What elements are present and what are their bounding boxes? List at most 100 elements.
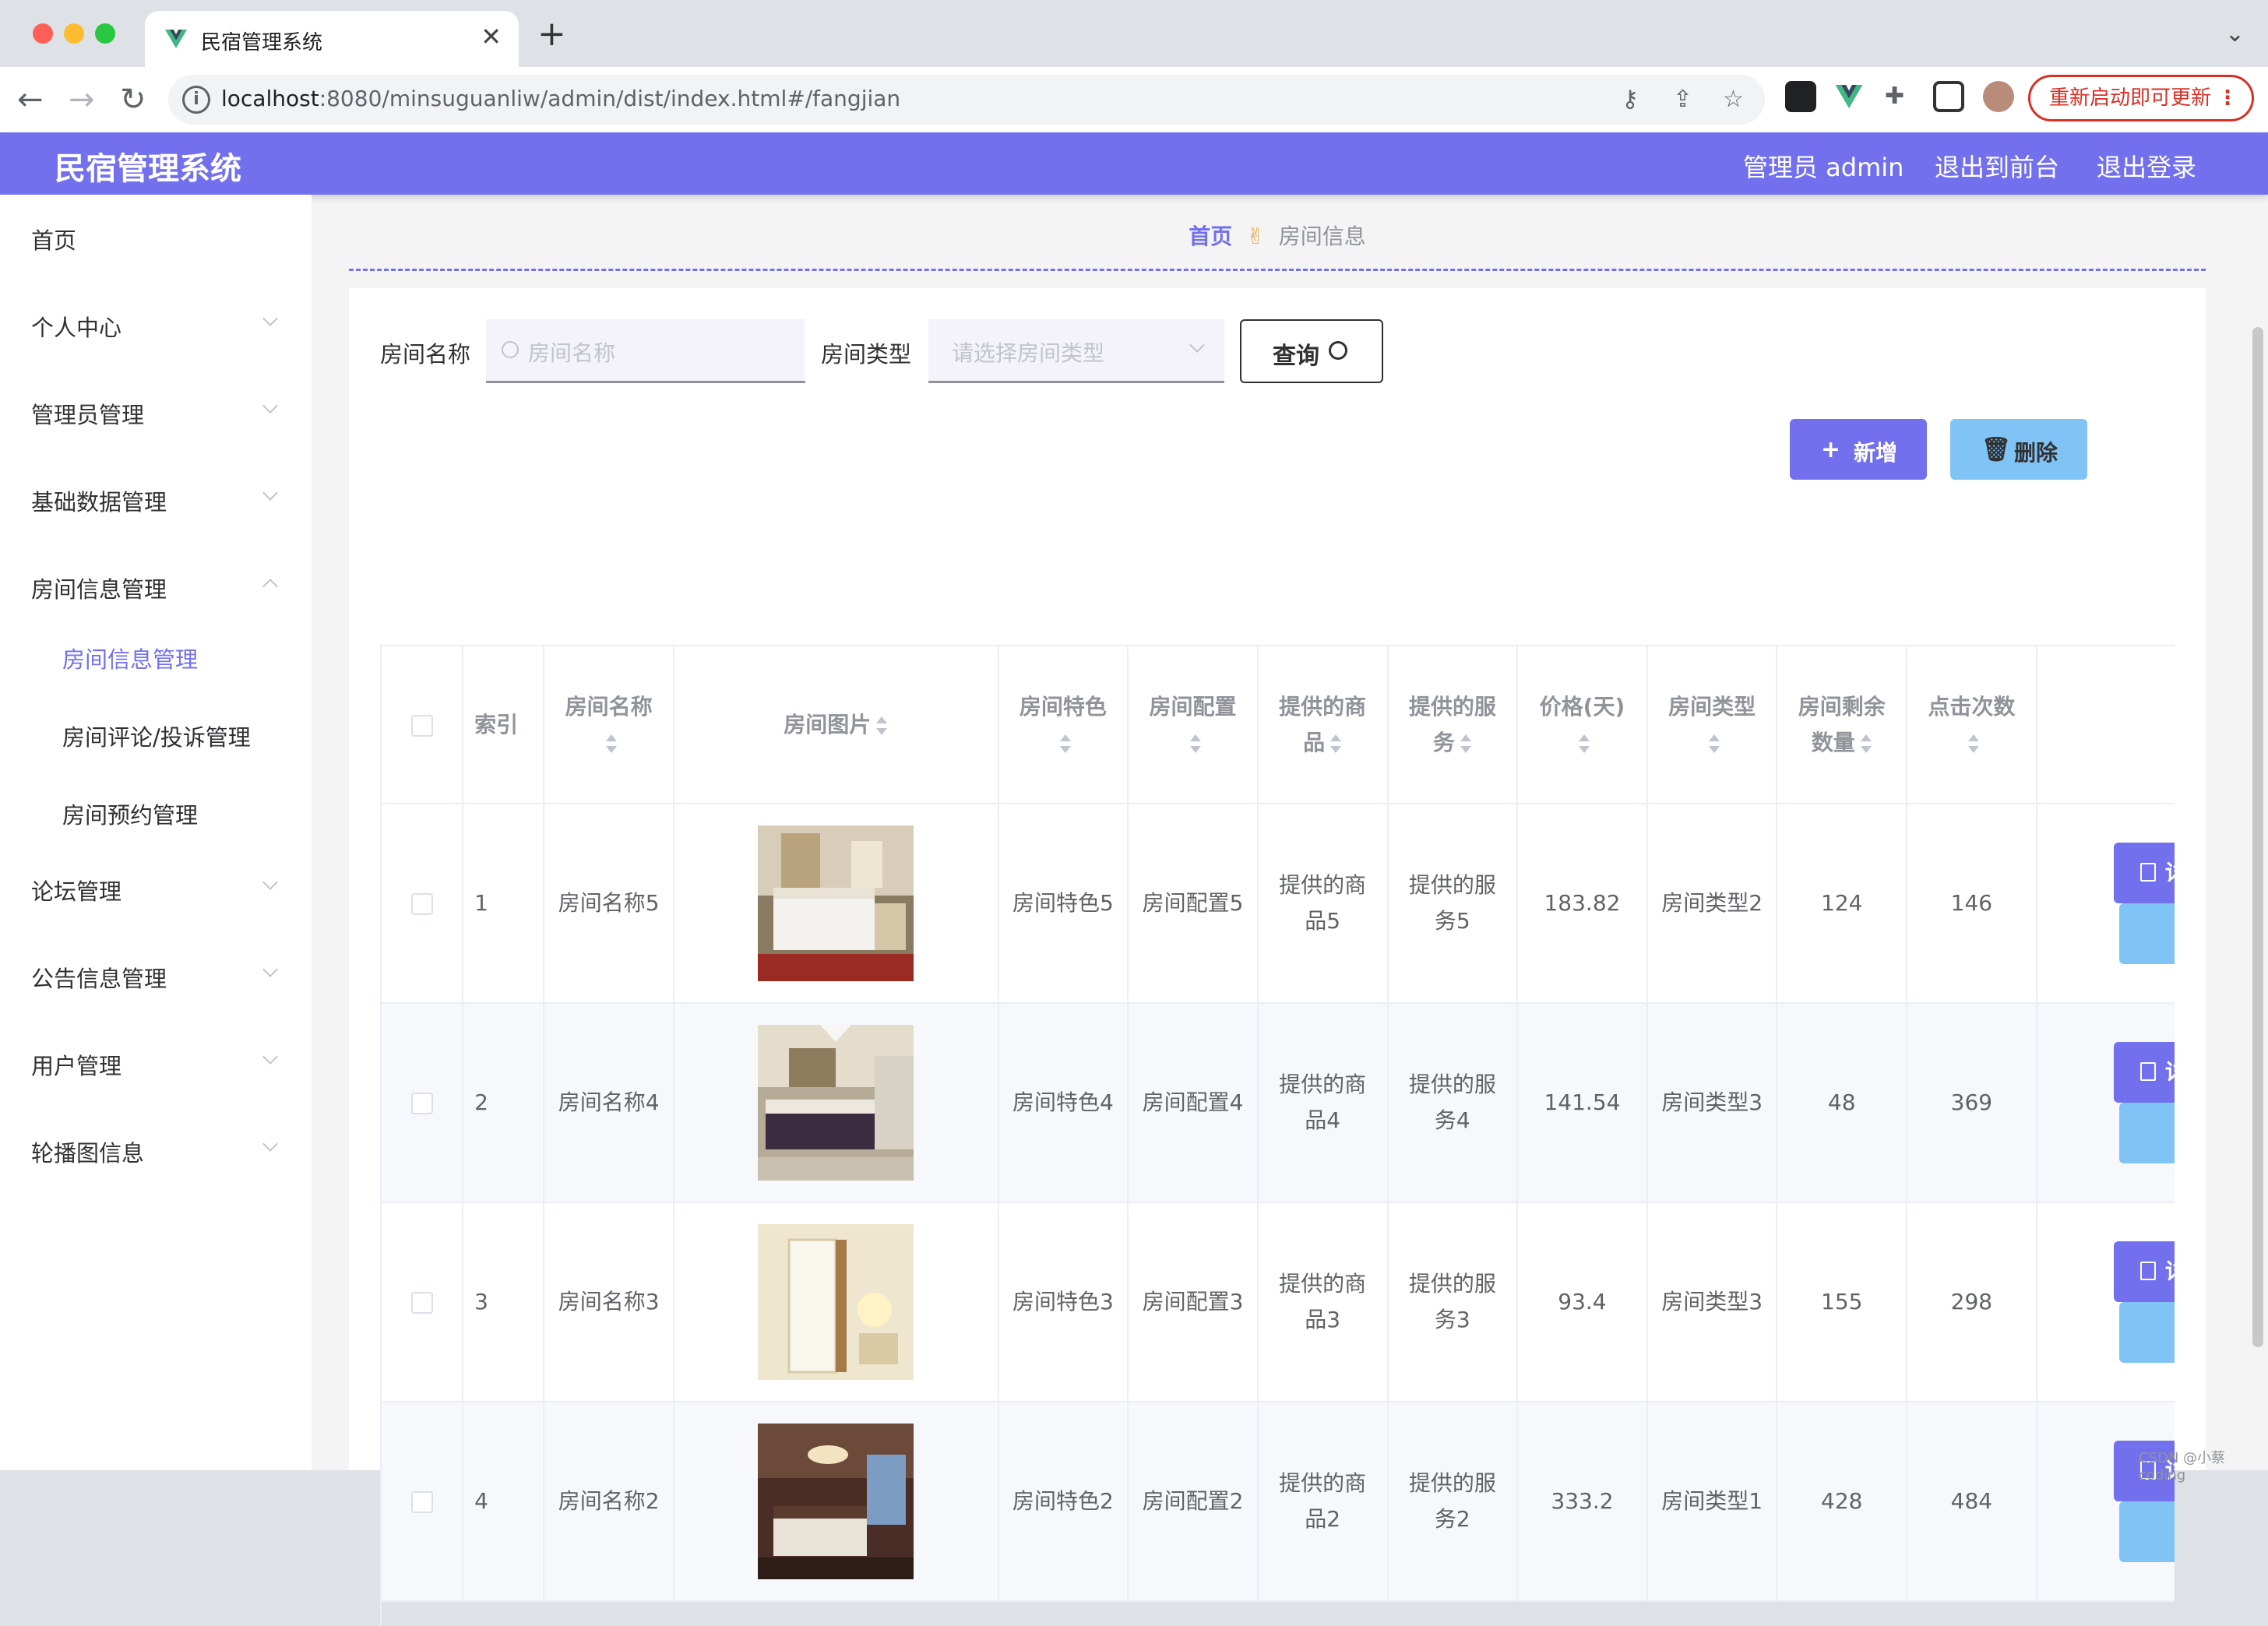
- sidebar-item-personal[interactable]: 个人中心: [0, 293, 312, 355]
- page-scrollbar[interactable]: [2252, 327, 2263, 1347]
- sidebar-subitem-room-comments[interactable]: 房间评论/投诉管理: [0, 704, 312, 760]
- sidebar-subitem-room-info[interactable]: 房间信息管理: [0, 626, 312, 682]
- bookmark-star-icon[interactable]: ☆: [1723, 86, 1744, 113]
- column-header[interactable]: 房间图片: [673, 646, 999, 804]
- site-info-icon[interactable]: i: [182, 86, 210, 114]
- reload-icon[interactable]: ↻: [120, 81, 146, 118]
- sort-icon[interactable]: [1329, 734, 1342, 753]
- sidebar-item-admins[interactable]: 管理员管理: [0, 380, 312, 442]
- select-all-checkbox[interactable]: [410, 714, 433, 737]
- price-cell: 93.4: [1517, 1202, 1648, 1403]
- column-header[interactable]: 价格(天): [1517, 646, 1648, 804]
- browser-tab[interactable]: 民宿管理系统 ✕: [145, 11, 519, 67]
- url-text[interactable]: localhost:8080/minsuguanliw/admin/dist/i…: [221, 86, 900, 111]
- logout-link[interactable]: 退出登录: [2097, 148, 2196, 184]
- sidebar-item-users[interactable]: 用户管理: [0, 1031, 312, 1093]
- vue-devtools-icon[interactable]: [1833, 81, 1865, 112]
- sort-icon[interactable]: [1189, 734, 1202, 753]
- minimize-window-button[interactable]: [64, 23, 84, 44]
- sidebar-item-home[interactable]: 首页: [0, 206, 312, 268]
- delete-button[interactable]: 🗑 删除: [1950, 419, 2087, 480]
- room-name-input[interactable]: 房间名称: [486, 319, 805, 383]
- row-checkbox[interactable]: [410, 1292, 433, 1314]
- share-icon[interactable]: ⇪: [1673, 86, 1692, 113]
- room-image[interactable]: [758, 1224, 914, 1380]
- sort-icon[interactable]: [1708, 734, 1720, 753]
- column-header[interactable]: 房间类型: [1646, 646, 1778, 804]
- column-header[interactable]: 房间名称: [544, 646, 674, 804]
- maximize-window-button[interactable]: [95, 23, 115, 44]
- forward-icon[interactable]: →: [69, 81, 95, 118]
- room-type-cell: 房间类型3: [1646, 1003, 1778, 1203]
- new-tab-button[interactable]: +: [537, 17, 566, 51]
- profile-avatar[interactable]: [1983, 81, 2014, 112]
- price-cell: 183.82: [1517, 804, 1648, 1004]
- detail-button[interactable]: 详情: [2113, 843, 2175, 903]
- sort-icon[interactable]: [1460, 734, 1472, 753]
- sort-icon[interactable]: [1578, 734, 1590, 753]
- breadcrumb-home[interactable]: 首页: [1189, 223, 1232, 249]
- extension-1-icon[interactable]: [1785, 81, 1816, 112]
- sidebar-item-base-data[interactable]: 基础数据管理: [0, 467, 312, 530]
- room-type-cell: 房间类型3: [1646, 1202, 1778, 1403]
- sidebar-subitem-label: 房间预约管理: [62, 802, 199, 829]
- room-image[interactable]: [758, 825, 914, 981]
- row-checkbox[interactable]: [410, 1093, 433, 1114]
- column-header[interactable]: 房间剩余数量: [1777, 646, 1908, 804]
- update-button[interactable]: 重新启动即可更新 ⋮: [2028, 75, 2254, 121]
- sort-icon[interactable]: [875, 716, 888, 735]
- sort-icon[interactable]: [1967, 734, 1980, 753]
- room-image[interactable]: [758, 1424, 914, 1579]
- room-type-placeholder: 请选择房间类型: [952, 340, 1105, 366]
- column-header[interactable]: 提供的商品: [1257, 646, 1389, 804]
- extensions-puzzle-icon[interactable]: ✚: [1885, 83, 1904, 110]
- chevron-up-icon: [262, 579, 278, 594]
- row-checkbox[interactable]: [410, 1491, 433, 1513]
- goods-cell: 提供的商品4: [1257, 1003, 1389, 1203]
- key-icon[interactable]: ⚷: [1622, 86, 1639, 113]
- sort-icon[interactable]: [605, 734, 618, 753]
- edit-button[interactable]: [2118, 1302, 2175, 1363]
- trash-icon: 🗑: [1981, 436, 2012, 463]
- address-bar[interactable]: i localhost:8080/minsuguanliw/admin/dist…: [168, 75, 1765, 125]
- sidebar-item-notices[interactable]: 公告信息管理: [0, 944, 312, 1006]
- tab-close-icon[interactable]: ✕: [481, 22, 502, 51]
- front-link[interactable]: 退出到前台: [1935, 148, 2059, 184]
- column-header[interactable]: 点击次数: [1907, 646, 2037, 804]
- sidebar-item-rooms[interactable]: 房间信息管理: [0, 554, 312, 617]
- column-header[interactable]: 提供的服务: [1387, 646, 1519, 804]
- room-image[interactable]: [758, 1025, 914, 1181]
- service-cell: 提供的服务2: [1387, 1402, 1519, 1602]
- detail-button[interactable]: 详情: [2113, 1241, 2175, 1302]
- sort-icon[interactable]: [1059, 734, 1072, 753]
- query-button[interactable]: 查询: [1240, 319, 1383, 383]
- close-window-button[interactable]: [33, 23, 53, 44]
- room-type-label: 房间类型: [821, 341, 912, 368]
- service-cell: 提供的服务4: [1387, 1003, 1519, 1203]
- brand-title: 民宿管理系统: [55, 151, 241, 187]
- side-panel-icon[interactable]: [1933, 81, 1964, 112]
- edit-button[interactable]: [2118, 903, 2175, 964]
- room-name-cell: 房间名称5: [544, 804, 674, 1004]
- row-checkbox[interactable]: [410, 893, 433, 915]
- sidebar-subitem-label: 房间评论/投诉管理: [62, 724, 251, 751]
- edit-button[interactable]: [2118, 1103, 2175, 1163]
- add-button[interactable]: + 新增: [1790, 419, 1927, 480]
- edit-button[interactable]: [2118, 1501, 2175, 1562]
- detail-button[interactable]: 详情: [2113, 1042, 2175, 1103]
- room-type-select[interactable]: 请选择房间类型: [928, 319, 1224, 383]
- chevron-down-icon: [262, 1136, 278, 1152]
- column-header[interactable]: 房间配置: [1128, 646, 1259, 804]
- breadcrumb-divider: [349, 269, 2206, 271]
- sidebar-item-carousel[interactable]: 轮播图信息: [0, 1118, 312, 1181]
- sidebar-item-forum[interactable]: 论坛管理: [0, 857, 312, 919]
- sidebar-subitem-room-booking[interactable]: 房间预约管理: [0, 782, 312, 838]
- sidebar-item-label: 论坛管理: [31, 878, 122, 905]
- back-icon[interactable]: ←: [17, 81, 44, 118]
- column-header[interactable]: 房间特色: [998, 646, 1129, 804]
- room-type-cell: 房间类型1: [1646, 1402, 1778, 1602]
- room-name-label: 房间名称: [380, 341, 471, 368]
- tab-search-icon[interactable]: ⌄: [2225, 20, 2245, 48]
- sort-icon[interactable]: [1860, 734, 1872, 753]
- clicks-cell: 298: [1907, 1202, 2037, 1403]
